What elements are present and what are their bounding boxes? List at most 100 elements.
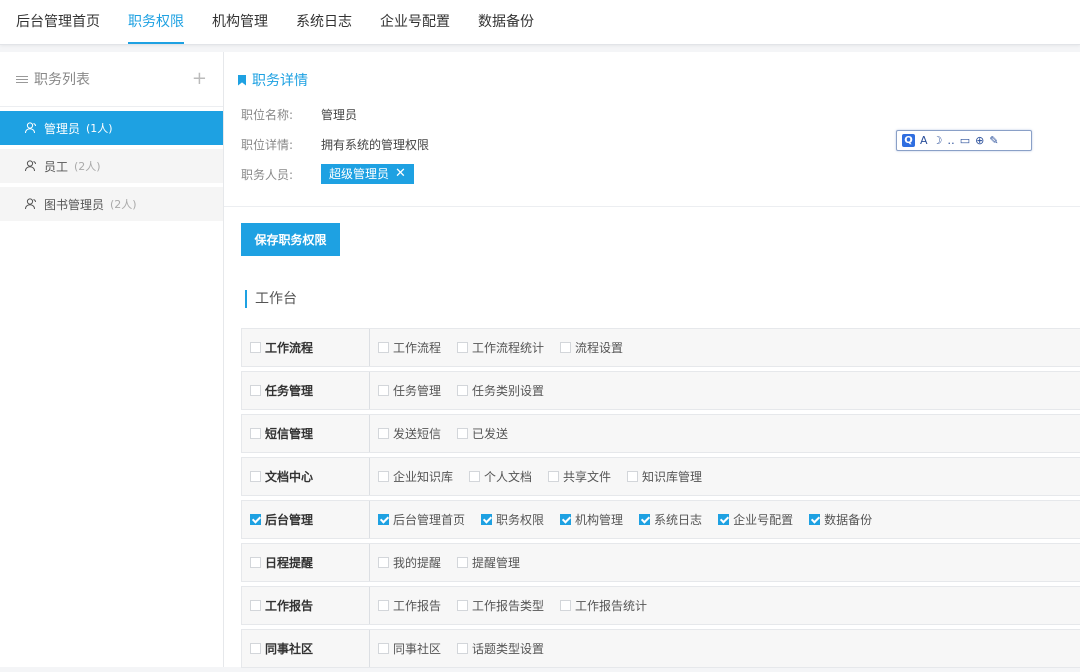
position-sidebar: 职务列表 + 管理员 (1人) 员工 (2人) 图书管理员 (2人) <box>0 52 224 667</box>
category-checkbox[interactable] <box>250 643 261 654</box>
permission-item[interactable]: 发送短信 <box>378 425 441 442</box>
permission-checkbox[interactable] <box>457 557 469 568</box>
permission-item[interactable]: 任务类别设置 <box>457 382 544 399</box>
toolbar-add-icon[interactable]: ⊕ <box>975 134 984 147</box>
permission-item[interactable]: 工作报告统计 <box>560 597 647 614</box>
permission-items: 同事社区 话题类型设置 <box>370 640 560 657</box>
permission-item[interactable]: 个人文档 <box>469 468 532 485</box>
permission-checkbox[interactable] <box>457 428 469 439</box>
category-checkbox[interactable] <box>250 600 261 611</box>
permission-row: 同事社区 同事社区 话题类型设置 <box>241 629 1080 668</box>
permission-checkbox[interactable] <box>378 385 389 396</box>
permission-category[interactable]: 日程提醒 <box>242 544 370 581</box>
permission-item[interactable]: 任务管理 <box>378 382 441 399</box>
permission-checkbox[interactable] <box>627 471 639 482</box>
position-members-label: 职务人员: <box>241 167 294 182</box>
toolbar-keyboard-icon[interactable]: ▭ <box>960 134 970 147</box>
permission-checkbox[interactable] <box>560 600 572 611</box>
permission-category[interactable]: 同事社区 <box>242 630 370 667</box>
permission-row: 日程提醒 我的提醒 提醒管理 <box>241 543 1080 582</box>
permission-label: 企业知识库 <box>393 470 454 484</box>
permission-row: 文档中心 企业知识库 个人文档 共享文件 知识库管理 <box>241 457 1080 496</box>
toolbar-q-icon[interactable]: Q <box>902 134 915 147</box>
permission-item[interactable]: 提醒管理 <box>457 554 520 571</box>
permission-checkbox[interactable] <box>378 428 389 439</box>
permission-category[interactable]: 任务管理 <box>242 372 370 409</box>
permission-item[interactable]: 已发送 <box>457 425 508 442</box>
permission-checkbox[interactable] <box>378 514 389 525</box>
permission-checkbox[interactable] <box>469 471 481 482</box>
permission-category[interactable]: 工作报告 <box>242 587 370 624</box>
position-desc-value: 拥有系统的管理权限 <box>321 138 430 152</box>
permission-item[interactable]: 流程设置 <box>560 339 623 356</box>
permission-checkbox[interactable] <box>457 385 469 396</box>
permission-item[interactable]: 后台管理首页 <box>378 511 465 528</box>
sidebar-item-position[interactable]: 图书管理员 (2人) <box>0 187 223 221</box>
tab-organization[interactable]: 机构管理 <box>200 0 280 44</box>
permission-checkbox[interactable] <box>481 514 493 525</box>
permission-item[interactable]: 企业号配置 <box>718 511 793 528</box>
permission-item[interactable]: 工作流程 <box>378 339 441 356</box>
toolbar-tool-icon[interactable]: ✎ <box>989 134 998 147</box>
permission-item[interactable]: 工作报告类型 <box>457 597 544 614</box>
top-nav: 后台管理首页 职务权限 机构管理 系统日志 企业号配置 数据备份 <box>0 0 1080 45</box>
category-checkbox[interactable] <box>250 385 261 396</box>
permission-item[interactable]: 职务权限 <box>481 511 544 528</box>
permission-checkbox[interactable] <box>378 643 389 654</box>
tab-system-log[interactable]: 系统日志 <box>284 0 364 44</box>
permission-item[interactable]: 我的提醒 <box>378 554 441 571</box>
member-chip[interactable]: 超级管理员 ✕ <box>321 164 414 184</box>
toolbar-punct-icon[interactable]: ‥ <box>947 134 954 147</box>
permission-checkbox[interactable] <box>457 342 469 353</box>
permission-checkbox[interactable] <box>378 557 389 568</box>
permission-items: 任务管理 任务类别设置 <box>370 382 560 399</box>
tab-enterprise-config[interactable]: 企业号配置 <box>368 0 462 44</box>
permission-item[interactable]: 共享文件 <box>548 468 611 485</box>
permission-item[interactable]: 企业知识库 <box>378 468 453 485</box>
remove-member-icon[interactable]: ✕ <box>395 164 406 184</box>
sidebar-item-position[interactable]: 员工 (2人) <box>0 149 223 183</box>
tab-position-permissions[interactable]: 职务权限 <box>116 0 196 44</box>
permission-item[interactable]: 工作流程统计 <box>457 339 544 356</box>
category-checkbox[interactable] <box>250 557 261 568</box>
category-checkbox[interactable] <box>250 514 261 525</box>
permission-checkbox[interactable] <box>639 514 651 525</box>
permission-checkbox[interactable] <box>378 600 389 611</box>
permission-category[interactable]: 短信管理 <box>242 415 370 452</box>
permission-row: 工作流程 工作流程 工作流程统计 流程设置 <box>241 328 1080 367</box>
sidebar-item-position[interactable]: 管理员 (1人) <box>0 111 223 145</box>
permission-item[interactable]: 系统日志 <box>639 511 702 528</box>
permission-item[interactable]: 数据备份 <box>809 511 872 528</box>
permission-item[interactable]: 机构管理 <box>560 511 623 528</box>
category-checkbox[interactable] <box>250 471 261 482</box>
permission-checkbox[interactable] <box>548 471 560 482</box>
position-desc-row: 职位详情: 拥有系统的管理权限 <box>241 136 429 153</box>
permission-checkbox[interactable] <box>718 514 730 525</box>
permission-item[interactable]: 知识库管理 <box>627 468 702 485</box>
save-permissions-button[interactable]: 保存职务权限 <box>241 223 340 256</box>
category-checkbox[interactable] <box>250 342 261 353</box>
permission-checkbox[interactable] <box>378 471 389 482</box>
permission-category[interactable]: 工作流程 <box>242 329 370 366</box>
toolbar-moon-icon[interactable]: ☽ <box>933 134 943 147</box>
add-position-icon[interactable]: + <box>192 70 207 88</box>
permission-category[interactable]: 后台管理 <box>242 501 370 538</box>
permission-item[interactable]: 工作报告 <box>378 597 441 614</box>
category-checkbox[interactable] <box>250 428 261 439</box>
permission-label: 提醒管理 <box>472 556 521 570</box>
sidebar-item-label: 图书管理员 <box>44 197 105 212</box>
permission-checkbox[interactable] <box>378 342 389 353</box>
permission-checkbox[interactable] <box>560 342 572 353</box>
permission-items: 工作报告 工作报告类型 工作报告统计 <box>370 597 663 614</box>
permission-checkbox[interactable] <box>560 514 572 525</box>
tab-data-backup[interactable]: 数据备份 <box>466 0 546 44</box>
permission-item[interactable]: 话题类型设置 <box>457 640 544 657</box>
permission-checkbox[interactable] <box>809 514 821 525</box>
permission-item[interactable]: 同事社区 <box>378 640 441 657</box>
tab-admin-home[interactable]: 后台管理首页 <box>4 0 112 44</box>
permission-checkbox[interactable] <box>457 600 469 611</box>
permission-label: 流程设置 <box>575 341 624 355</box>
toolbar-font-icon[interactable]: A <box>920 134 928 147</box>
permission-category[interactable]: 文档中心 <box>242 458 370 495</box>
permission-checkbox[interactable] <box>457 643 469 654</box>
